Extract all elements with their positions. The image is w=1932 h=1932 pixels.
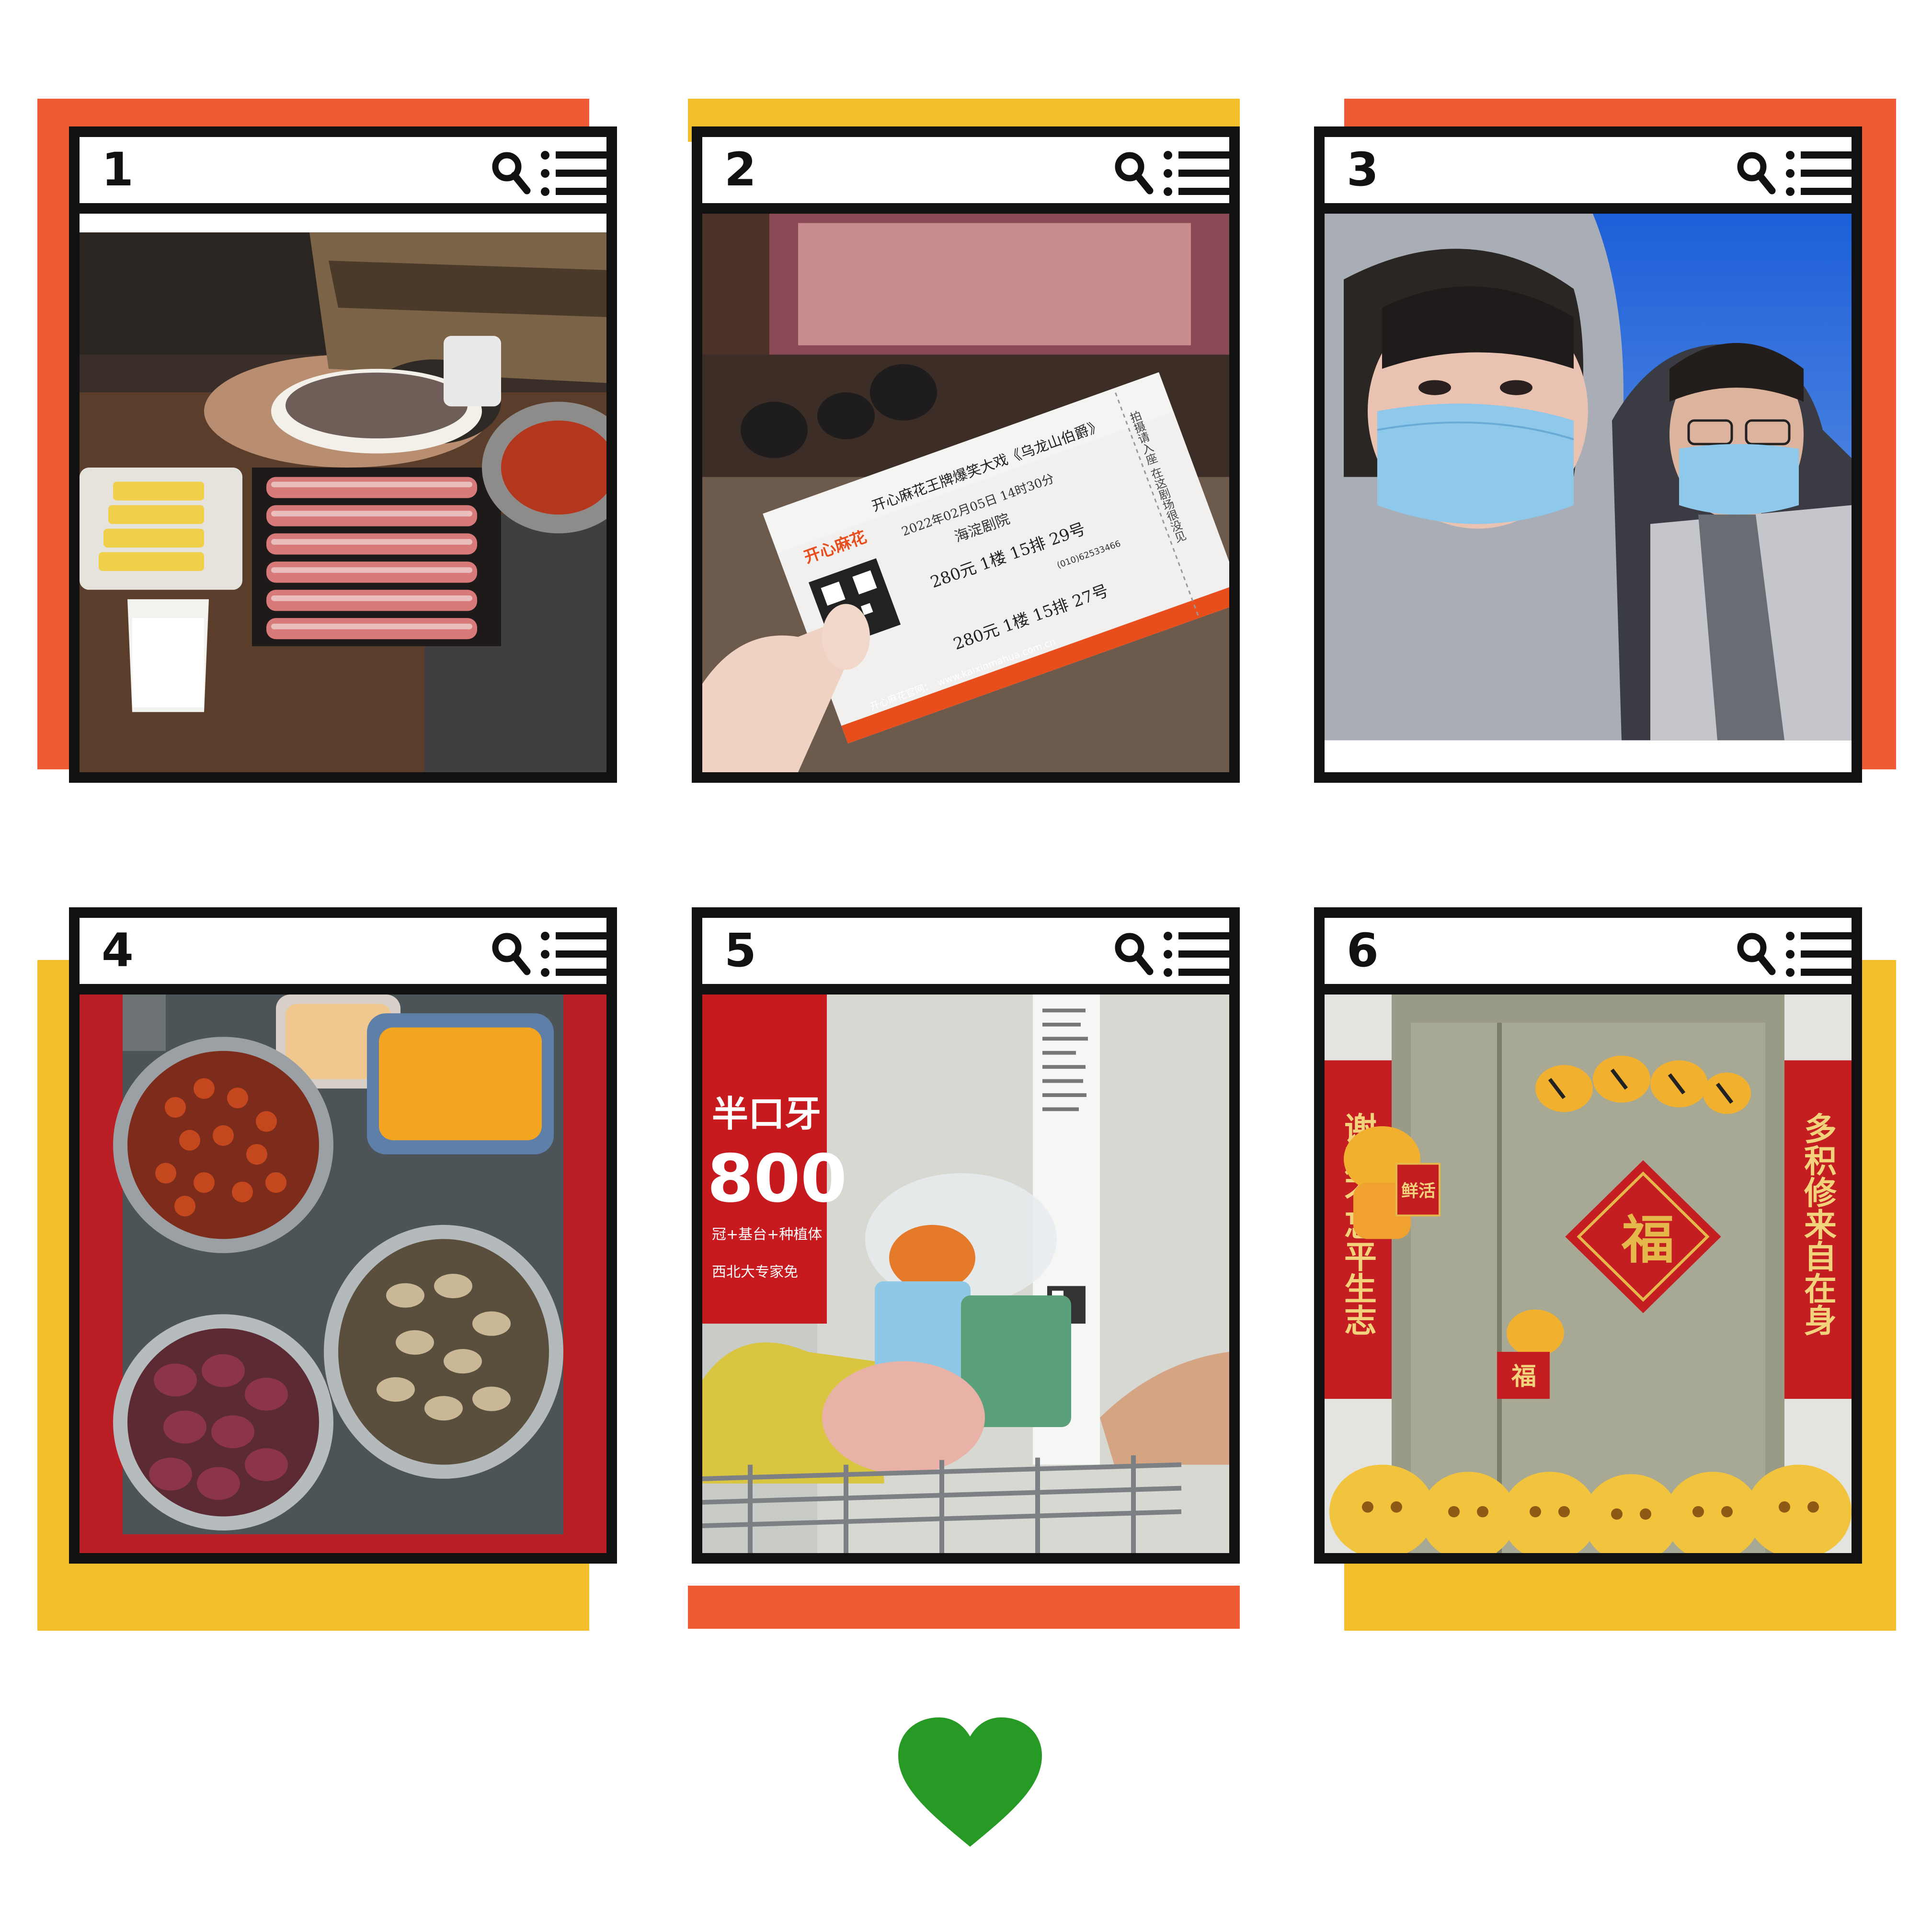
decorated-door-photo: 谢邀不忘平生志 多积修来自在身 福 鲜活 — [1325, 995, 1852, 1553]
winter-selfie-photo — [1325, 214, 1852, 772]
card-number: 1 — [102, 143, 134, 196]
search-icon[interactable] — [490, 149, 533, 197]
card-header: 1 — [80, 137, 609, 214]
card-number: 2 — [724, 143, 756, 196]
store-sign-2: 800 — [707, 1140, 847, 1217]
hotpot-dinner-photo — [80, 214, 606, 772]
heart-icon — [898, 1717, 1042, 1847]
card-header: 2 — [702, 137, 1232, 214]
photo-card-3: 3 — [1314, 126, 1862, 783]
search-icon[interactable] — [1735, 149, 1778, 197]
menu-icon[interactable] — [539, 929, 611, 979]
menu-icon[interactable] — [1162, 149, 1234, 198]
menu-icon[interactable] — [539, 149, 611, 198]
card-header: 5 — [702, 918, 1232, 995]
orange-bar-5 — [688, 1586, 1240, 1629]
card-header: 6 — [1325, 918, 1854, 995]
photo-card-6: 6 谢邀不忘平生志 多积修来自在身 福 — [1314, 907, 1862, 1564]
photo-card-1: 1 — [69, 126, 617, 783]
home-feast-photo — [80, 995, 606, 1553]
card-number: 6 — [1347, 924, 1379, 977]
card-number: 5 — [724, 924, 756, 977]
search-icon[interactable] — [1735, 930, 1778, 978]
store-sign-4: 西北大专家免 — [712, 1264, 798, 1280]
store-sign-3: 冠+基台+种植体 — [712, 1226, 822, 1243]
menu-icon[interactable] — [1162, 929, 1234, 979]
menu-icon[interactable] — [1784, 929, 1856, 979]
store-sign-1: 半口牙 — [712, 1093, 821, 1134]
card-header: 3 — [1325, 137, 1854, 214]
card-header: 4 — [80, 918, 609, 995]
menu-icon[interactable] — [1784, 149, 1856, 198]
photo-card-5: 5 半口牙 800 冠+基台+种植体 西北大专家免 — [692, 907, 1240, 1564]
tiger-fu: 福 — [1511, 1362, 1536, 1391]
search-icon[interactable] — [490, 930, 533, 978]
card-number: 3 — [1347, 143, 1379, 196]
search-icon[interactable] — [1112, 930, 1155, 978]
search-icon[interactable] — [1112, 149, 1155, 197]
tiger-sign: 鲜活 — [1401, 1181, 1436, 1201]
couplet-right: 多积修来自在身 — [1799, 1112, 1837, 1336]
shopping-cart-photo: 半口牙 800 冠+基台+种植体 西北大专家免 — [702, 995, 1229, 1553]
door-fu-character: 福 — [1621, 1210, 1674, 1270]
photo-card-2: 2 开心麻花 开心麻花王牌爆笑大戏《乌龙山伯爵》 2022年02月05日 14时… — [692, 126, 1240, 783]
card-number: 4 — [102, 924, 134, 977]
photo-card-4: 4 — [69, 907, 617, 1564]
theater-tickets-photo: 开心麻花 开心麻花王牌爆笑大戏《乌龙山伯爵》 2022年02月05日 14时30… — [702, 214, 1229, 772]
